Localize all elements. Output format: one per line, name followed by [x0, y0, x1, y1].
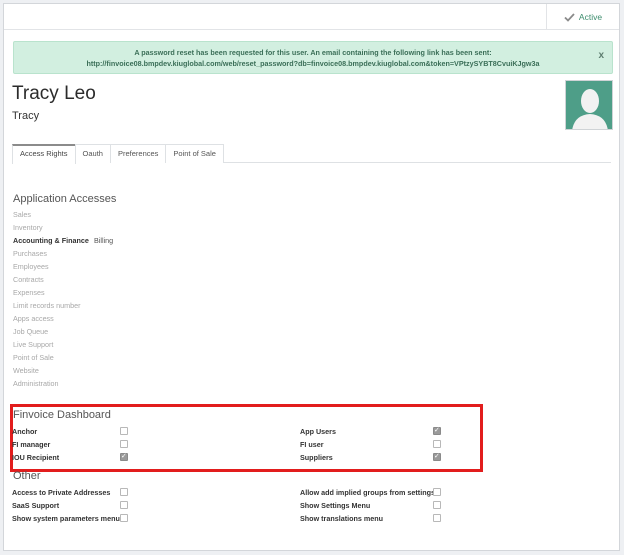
app-access-label: Employees	[13, 262, 49, 271]
app-access-row[interactable]: Expenses	[13, 288, 45, 297]
suppliers-checkbox[interactable]	[433, 452, 441, 461]
app-access-label: Website	[13, 366, 39, 375]
status-active-label: Active	[578, 12, 603, 22]
application-accesses-title: Application Accesses	[13, 193, 117, 205]
app-access-row[interactable]: Contracts	[13, 275, 44, 284]
fi-manager-checkbox[interactable]	[120, 440, 128, 448]
app-access-label: Limit records number	[13, 301, 81, 310]
app-access-label: Point of Sale	[13, 353, 54, 362]
alert-line-1: A password reset has been requested for …	[134, 48, 492, 57]
group-label: Anchor	[12, 427, 38, 436]
system-parameters-checkbox[interactable]	[120, 514, 128, 522]
group-label: FI user	[300, 440, 324, 449]
group-label: Allow add implied groups from settings	[300, 488, 435, 497]
private-addresses-checkbox[interactable]	[120, 488, 128, 496]
app-access-row[interactable]: Accounting & Finance Billing	[13, 236, 113, 245]
group-label: IOU Recipient	[12, 453, 60, 462]
app-access-label: Expenses	[13, 288, 45, 297]
user-form-sheet: Active A password reset has been request…	[3, 3, 620, 551]
user-name: Tracy Leo	[12, 83, 96, 104]
app-access-row[interactable]: Administration	[13, 379, 59, 388]
app-access-label: Inventory	[13, 223, 43, 232]
other-title: Other	[13, 470, 41, 482]
password-reset-alert: A password reset has been requested for …	[13, 41, 613, 74]
app-access-row[interactable]: Inventory	[13, 223, 43, 232]
user-login: Tracy	[12, 110, 40, 122]
tab-preferences[interactable]: Preferences	[109, 144, 167, 163]
app-access-row[interactable]: Job Queue	[13, 327, 48, 336]
group-label: FI manager	[12, 440, 51, 449]
implied-groups-checkbox[interactable]	[433, 488, 441, 496]
group-label: App Users	[300, 427, 336, 436]
app-access-label: Job Queue	[13, 327, 49, 336]
app-access-value[interactable]: Billing	[94, 236, 113, 245]
translations-menu-checkbox[interactable]	[433, 514, 441, 522]
app-access-row[interactable]: Live Support	[13, 340, 53, 349]
group-label: Show translations menu	[300, 514, 384, 523]
settings-menu-checkbox[interactable]	[433, 501, 441, 509]
app-access-row[interactable]: Sales	[13, 210, 31, 219]
close-icon[interactable]: x	[598, 50, 604, 61]
status-active-button[interactable]: Active	[546, 4, 619, 30]
app-access-row[interactable]: Limit records number	[13, 301, 81, 310]
form-tabs: Access Rights Oauth Preferences Point of…	[12, 144, 611, 164]
group-label: Show system parameters menu	[12, 514, 120, 523]
app-access-row[interactable]: Purchases	[13, 249, 47, 258]
group-label: SaaS Support	[12, 501, 60, 510]
app-access-label: Accounting & Finance	[13, 236, 89, 245]
group-label: Suppliers	[300, 453, 333, 462]
finvoice-dashboard-title: Finvoice Dashboard	[13, 409, 111, 421]
alert-link[interactable]: http://finvoice08.bmpdev.kiuglobal.com/w…	[14, 58, 612, 69]
app-access-label: Administration	[13, 379, 59, 388]
app-access-label: Sales	[13, 210, 31, 219]
app-access-label: Live Support	[13, 340, 54, 349]
app-access-label: Apps access	[13, 314, 54, 323]
fi-user-checkbox[interactable]	[433, 440, 441, 448]
anchor-checkbox[interactable]	[120, 427, 128, 435]
status-bar: Active	[4, 4, 619, 30]
saas-support-checkbox[interactable]	[120, 501, 128, 509]
app-access-row[interactable]: Website	[13, 366, 39, 375]
app-access-row[interactable]: Apps access	[13, 314, 54, 323]
app-access-row[interactable]: Employees	[13, 262, 49, 271]
app-access-label: Purchases	[13, 249, 47, 258]
iou-recipient-checkbox[interactable]	[120, 452, 128, 461]
tab-oauth[interactable]: Oauth	[74, 144, 111, 163]
user-placeholder-icon	[572, 89, 608, 129]
group-label: Show Settings Menu	[300, 501, 371, 510]
avatar[interactable]	[565, 80, 613, 130]
checkmark-icon	[564, 12, 575, 22]
tab-point-of-sale[interactable]: Point of Sale	[165, 144, 224, 163]
app-access-row[interactable]: Point of Sale	[13, 353, 54, 362]
app-users-checkbox[interactable]	[433, 426, 441, 435]
app-access-label: Contracts	[13, 275, 44, 284]
tab-access-rights[interactable]: Access Rights	[12, 144, 76, 164]
group-label: Access to Private Addresses	[12, 488, 111, 497]
